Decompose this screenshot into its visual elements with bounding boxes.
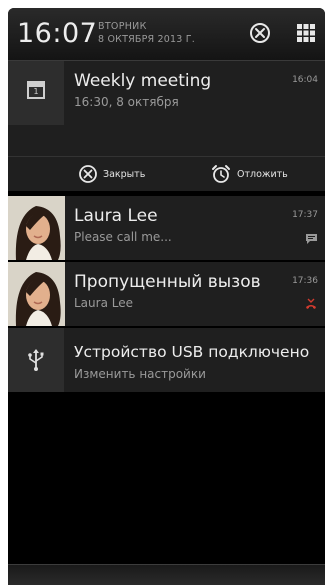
notification-title: Устройство USB подключено <box>74 343 310 361</box>
notification-time: 17:36 <box>292 276 318 286</box>
notification-icon-box <box>8 328 64 392</box>
weekday-label: ВТОРНИК <box>98 21 147 32</box>
notification-subtitle: Laura Lee <box>74 296 133 310</box>
clear-all-button[interactable] <box>248 21 272 45</box>
notification-usb[interactable]: Устройство USB подключено Изменить настр… <box>8 328 325 392</box>
status-header: 16:07 ВТОРНИК 8 ОКТЯБРЯ 2013 Г. <box>8 8 325 61</box>
dismiss-button[interactable]: Закрыть <box>78 157 145 191</box>
date-label: 8 ОКТЯБРЯ 2013 Г. <box>98 34 195 45</box>
contact-photo <box>8 262 65 326</box>
calendar-icon: 1 <box>27 81 45 99</box>
alarm-clock-icon <box>212 165 230 183</box>
grid-icon <box>297 24 315 42</box>
contact-photo <box>8 196 65 260</box>
close-circle-icon <box>250 23 270 43</box>
quick-settings-button[interactable] <box>297 24 315 42</box>
notification-calendar[interactable]: 1 Weekly meeting 16:30, 8 октября 16:04 … <box>8 61 325 191</box>
snooze-button[interactable]: Отложить <box>210 157 288 191</box>
dismiss-label: Закрыть <box>103 168 146 180</box>
message-icon <box>306 234 317 244</box>
notification-missed-call[interactable]: Пропущенный вызов Laura Lee 17:36 <box>8 262 325 326</box>
notification-time: 16:04 <box>292 75 318 85</box>
phone-screen: 16:07 ВТОРНИК 8 ОКТЯБРЯ 2013 Г. 1 Weekly… <box>8 8 325 585</box>
notification-subtitle: 16:30, 8 октября <box>74 95 179 109</box>
notification-subtitle: Please call me... <box>74 230 172 244</box>
notification-icon-box: 1 <box>8 61 64 125</box>
notification-message[interactable]: Laura Lee Please call me... 17:37 <box>8 196 325 260</box>
snooze-label: Отложить <box>237 168 288 180</box>
notification-title: Weekly meeting <box>74 71 212 91</box>
drag-handle[interactable] <box>8 564 325 585</box>
notification-subtitle: Изменить настройки <box>74 367 206 381</box>
notification-title: Пропущенный вызов <box>74 272 261 292</box>
notification-time: 17:37 <box>292 210 318 220</box>
missed-call-icon <box>306 298 316 309</box>
close-circle-icon <box>79 165 97 183</box>
usb-icon <box>28 349 44 371</box>
clock-time: 16:07 <box>17 18 98 49</box>
notification-title: Laura Lee <box>74 206 158 226</box>
